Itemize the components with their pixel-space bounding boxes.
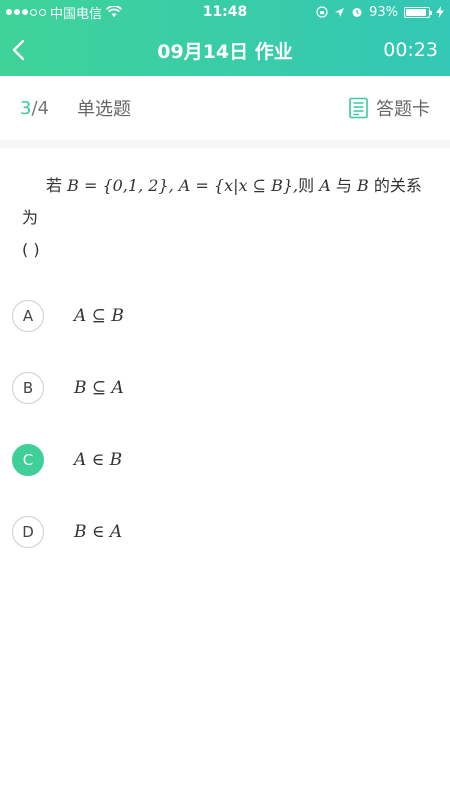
option-a[interactable]: A A ⊆ B (0, 280, 450, 352)
total-question-count: /4 (31, 97, 49, 119)
option-c[interactable]: C A ∈ B (0, 424, 450, 496)
question-stem: 若 B = {0,1, 2}, A = {x|x ⊆ B},则 A 与 B 的关… (0, 148, 450, 280)
page-title: 09月14日 作业 (157, 40, 293, 63)
battery-fill (406, 8, 427, 16)
question-blank: ( ) (22, 240, 40, 259)
header: 中国电信 11:48 93% 09月14日 作业 00:23 (0, 0, 450, 76)
current-question-number: 3 (20, 97, 32, 119)
option-letter-circle: A (12, 300, 44, 332)
question-prefix: 若 (46, 176, 63, 195)
question-var-b: B (357, 176, 369, 195)
question-conjunction: 与 (335, 176, 352, 195)
question-type-label: 单选题 (76, 99, 131, 120)
question-middle: 则 (298, 176, 315, 195)
options-list: A A ⊆ B B B ⊆ A C A ∈ B D B ∈ A (0, 280, 450, 568)
status-bar: 中国电信 11:48 93% (0, 0, 450, 24)
option-expression: B ⊆ A (74, 378, 124, 398)
answer-card-icon (349, 97, 368, 119)
option-letter-circle: D (12, 516, 44, 548)
answer-card-label: 答题卡 (376, 99, 430, 120)
question-progress: 3/4 (20, 98, 49, 119)
question-info-bar: 3/4 单选题 答题卡 (0, 76, 450, 148)
answer-card-button[interactable]: 答题卡 (348, 95, 430, 121)
question-set-definition: B = {0,1, 2}, A = {x|x ⊆ B}, (67, 176, 299, 195)
option-d[interactable]: D B ∈ A (0, 496, 450, 568)
battery-icon (404, 6, 432, 18)
status-time: 11:48 (202, 4, 248, 20)
option-letter-circle: B (12, 372, 44, 404)
option-expression: B ∈ A (74, 522, 123, 542)
option-expression: A ⊆ B (74, 306, 124, 326)
option-expression: A ∈ B (74, 450, 123, 470)
option-b[interactable]: B B ⊆ A (0, 352, 450, 424)
navbar: 09月14日 作业 00:23 (0, 24, 450, 76)
question-var-a: A (319, 176, 331, 195)
option-letter-circle: C (12, 444, 44, 476)
